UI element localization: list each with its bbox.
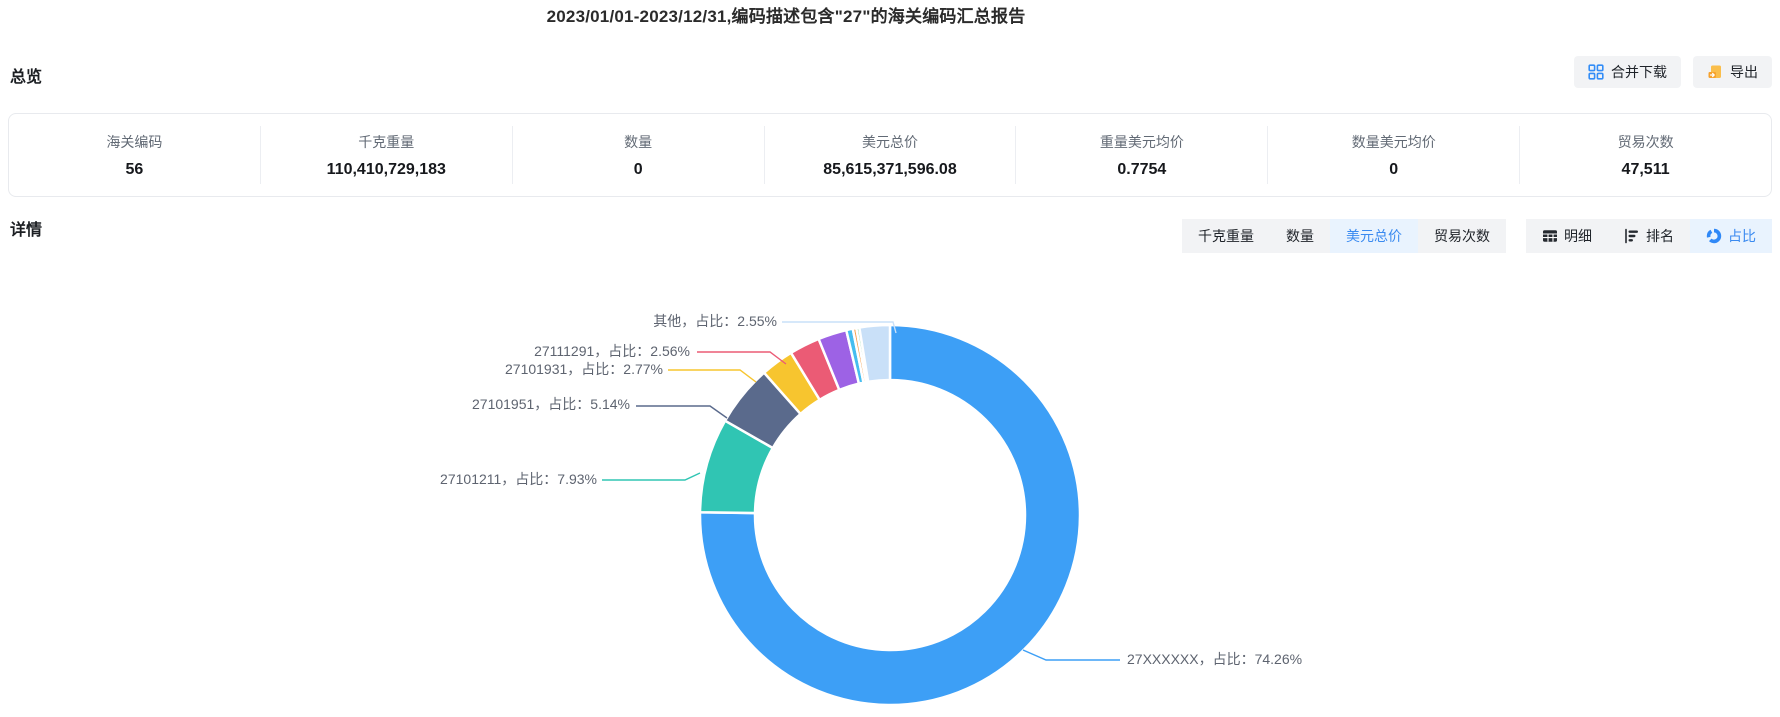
leader-line-27101951 bbox=[636, 405, 728, 419]
stat-label: 海关编码 bbox=[106, 133, 163, 150]
export-button[interactable]: 导出 bbox=[1693, 56, 1772, 88]
stat-label: 贸易次数 bbox=[1617, 133, 1674, 150]
leader-line-27101931 bbox=[668, 369, 757, 383]
stat-value: 0 bbox=[633, 160, 643, 178]
table-icon bbox=[1542, 228, 1558, 244]
donut-chart bbox=[602, 321, 1120, 707]
ranking-icon bbox=[1624, 228, 1640, 244]
stat-value: 47,511 bbox=[1621, 160, 1670, 178]
leader-line-27101211 bbox=[602, 472, 701, 481]
tab-view-detail-label: 明细 bbox=[1564, 228, 1592, 244]
slice-label-27101951: 27101951，占比：5.14% bbox=[472, 396, 630, 412]
toolbar: 合并下载 导出 bbox=[1574, 56, 1772, 88]
tab-kg-weight[interactable]: 千克重量 bbox=[1182, 219, 1270, 253]
slice-label-other: 其他，占比：2.55% bbox=[653, 313, 777, 329]
stat-quantity: 数量 0 bbox=[511, 126, 764, 184]
tab-quantity[interactable]: 数量 bbox=[1270, 219, 1330, 253]
export-label: 导出 bbox=[1730, 64, 1758, 80]
stat-label: 数量 bbox=[624, 133, 653, 150]
slice-label-27101931: 27101931，占比：2.77% bbox=[505, 361, 663, 377]
leader-line-27111291 bbox=[697, 351, 787, 365]
merge-download-icon bbox=[1588, 64, 1604, 80]
page-title: 2023/01/01-2023/12/31,编码描述包含"27"的海关编码汇总报… bbox=[546, 7, 1026, 26]
tab-view-ranking-label: 排名 bbox=[1646, 228, 1674, 244]
stat-usd-per-quantity: 数量美元均价 0 bbox=[1267, 126, 1519, 184]
export-icon bbox=[1707, 64, 1723, 80]
stat-trade-count: 贸易次数 47,511 bbox=[1519, 126, 1771, 184]
stat-value: 0.7754 bbox=[1117, 160, 1167, 178]
tab-view-share[interactable]: 占比 bbox=[1690, 219, 1772, 253]
tab-view-share-label: 占比 bbox=[1728, 228, 1756, 244]
tab-view-ranking[interactable]: 排名 bbox=[1608, 219, 1690, 253]
stat-label: 重量美元均价 bbox=[1099, 133, 1184, 150]
stat-kg-weight: 千克重量 110,410,729,183 bbox=[259, 126, 512, 184]
merge-download-button[interactable]: 合并下载 bbox=[1574, 56, 1681, 88]
stat-label: 千克重量 bbox=[358, 133, 415, 150]
tab-view-detail[interactable]: 明细 bbox=[1526, 219, 1608, 253]
slice-label-27xxxxxx: 27XXXXXX，占比：74.26% bbox=[1127, 651, 1303, 667]
tab-trade-count[interactable]: 贸易次数 bbox=[1418, 219, 1506, 253]
stat-customs-code: 海关编码 56 bbox=[9, 126, 260, 184]
stat-label: 美元总价 bbox=[862, 133, 918, 150]
detail-heading: 详情 bbox=[10, 222, 43, 239]
stat-value: 85,615,371,596.08 bbox=[823, 160, 957, 178]
stat-usd-per-weight: 重量美元均价 0.7754 bbox=[1015, 126, 1267, 184]
stat-value: 56 bbox=[125, 160, 144, 178]
overview-heading: 总览 bbox=[10, 69, 43, 86]
stat-value: 0 bbox=[1389, 160, 1399, 178]
tab-usd-total[interactable]: 美元总价 bbox=[1330, 219, 1418, 253]
slice-label-27111291: 27111291，占比：2.56% bbox=[534, 343, 690, 359]
detail-tab-row: 千克重量 数量 美元总价 贸易次数 明细 排名 占比 bbox=[1182, 219, 1772, 253]
overview-stats-card: 海关编码 56 千克重量 110,410,729,183 数量 0 美元总价 8… bbox=[8, 113, 1772, 197]
merge-download-label: 合并下载 bbox=[1611, 64, 1667, 80]
stat-value: 110,410,729,183 bbox=[326, 160, 446, 178]
slice-label-27101211: 27101211，占比：7.93% bbox=[440, 471, 597, 487]
stat-label: 数量美元均价 bbox=[1351, 133, 1436, 150]
stat-usd-total: 美元总价 85,615,371,596.08 bbox=[763, 126, 1016, 184]
pie-icon bbox=[1706, 228, 1722, 244]
leader-line-27xxxxxx bbox=[1022, 649, 1120, 661]
